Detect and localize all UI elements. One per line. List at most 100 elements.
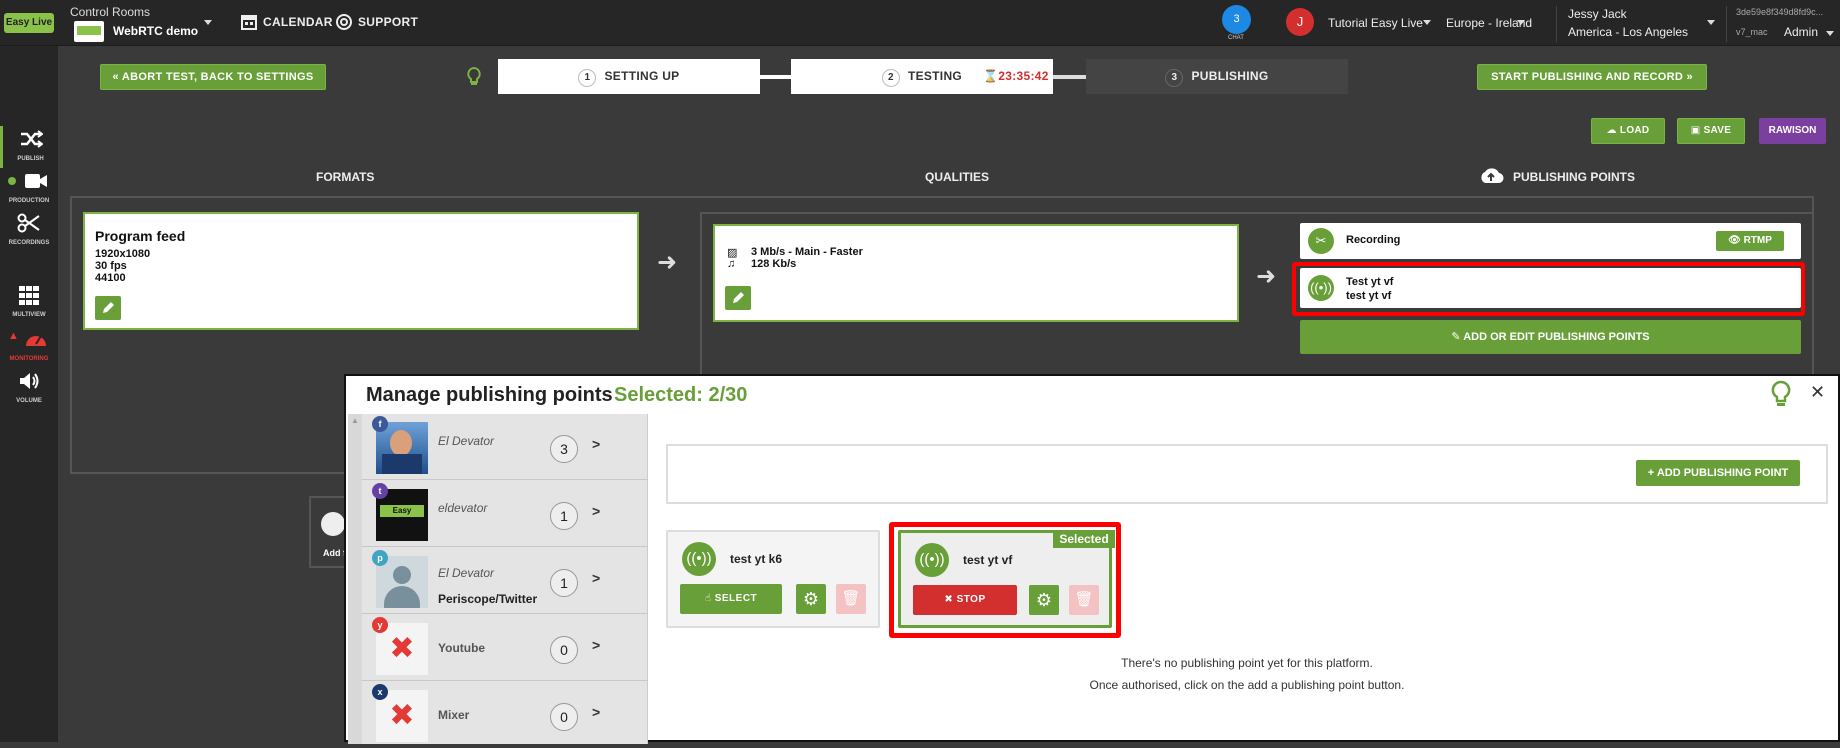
region-chevron-down-icon[interactable] — [1517, 20, 1525, 25]
step-publishing[interactable]: 3 PUBLISHING — [1086, 59, 1348, 94]
user-chevron-down-icon[interactable] — [1707, 20, 1715, 25]
platform-item-facebook[interactable]: f El Devator 3 > — [362, 414, 648, 480]
room-chevron-down-icon[interactable] — [204, 20, 212, 25]
sidebar-item-multiview[interactable]: MULTIVIEW — [0, 282, 58, 324]
support-lifebuoy-icon — [336, 14, 352, 30]
sidebar-item-label: VOLUME — [16, 398, 42, 404]
platform-item-twitch[interactable]: Easy t eldevator 1 > — [362, 481, 648, 547]
manage-publishing-points-modal: Manage publishing points Selected: 2/30 … — [344, 374, 1840, 744]
support-link[interactable]: SUPPORT — [358, 15, 418, 29]
sidebar-item-monitoring[interactable]: ▲ MONITORING — [0, 326, 58, 368]
save-button[interactable]: ▣ SAVE — [1677, 118, 1745, 144]
version-label: v7_mac — [1736, 27, 1768, 37]
publishing-point-title: Test yt vf — [1346, 276, 1394, 288]
lightbulb-icon[interactable] — [1770, 380, 1792, 408]
start-publishing-button[interactable]: START PUBLISHING AND RECORD » — [1477, 64, 1707, 90]
publishing-point-card[interactable]: ((•)) test yt k6 ☝ SELECT ⚙ 🗑 — [666, 530, 880, 628]
user-timezone[interactable]: America - Los Angeles — [1568, 25, 1688, 39]
modal-title: Manage publishing points — [366, 384, 613, 406]
load-label: LOAD — [1619, 125, 1650, 136]
room-thumbnail — [74, 21, 104, 42]
gear-icon[interactable]: ⚙ — [1029, 585, 1059, 615]
save-label: SAVE — [1703, 125, 1732, 136]
lightbulb-icon[interactable] — [466, 66, 482, 88]
mixer-icon: x — [372, 684, 388, 700]
quality-audio: 128 Kb/s — [751, 258, 797, 270]
rtmp-button[interactable]: 👁 RTMP — [1716, 231, 1784, 251]
sidebar-item-recordings[interactable]: RECORDINGS — [0, 210, 58, 252]
add-format-button[interactable]: Add f — [309, 496, 349, 568]
sidebar-item-volume[interactable]: VOLUME — [0, 368, 58, 410]
role-chevron-down-icon[interactable] — [1826, 31, 1834, 36]
add-edit-label: ADD OR EDIT PUBLISHING POINTS — [1463, 331, 1650, 343]
scroll-up-icon[interactable]: ▲ — [351, 416, 359, 425]
platform-item-youtube[interactable]: ✖ y Youtube 0 > — [362, 615, 648, 681]
music-note-icon: ♫ — [727, 258, 736, 270]
youtube-icon: y — [372, 617, 388, 633]
pencil-icon: ✎ — [1451, 331, 1464, 343]
step-number: 2 — [881, 69, 900, 87]
abort-test-button[interactable]: « ABORT TEST, BACK TO SETTINGS — [100, 64, 326, 90]
video-camera-icon — [25, 174, 47, 188]
tutorial-chevron-down-icon[interactable] — [1423, 20, 1431, 25]
platform-item-periscope[interactable]: p El Devator Periscope/Twitter 1 > — [362, 548, 648, 614]
arrow-right-icon: ➜ — [1256, 263, 1277, 290]
chevron-right-icon: > — [592, 436, 601, 452]
control-rooms-label: Control Rooms — [70, 5, 151, 19]
point-count: 3 — [550, 435, 578, 463]
trash-icon[interactable]: 🗑 — [1069, 585, 1099, 615]
sidebar-item-label: MULTIVIEW — [12, 312, 46, 318]
recording-row[interactable]: ✂ Recording 👁 RTMP — [1300, 223, 1801, 259]
format-edit-button[interactable] — [95, 296, 121, 320]
platform-list: ▲ f El Devator 3 > Easy t eldevator 1 > … — [348, 414, 648, 744]
easylive-logo[interactable]: Easy Live — [4, 13, 54, 33]
select-button[interactable]: ☝ SELECT — [680, 584, 782, 614]
grid-icon — [19, 286, 39, 305]
trash-icon[interactable]: 🗑 — [836, 584, 866, 614]
chat-button[interactable]: 3 — [1222, 5, 1251, 34]
step-connector — [1052, 75, 1086, 79]
formats-header: FORMATS — [316, 170, 375, 184]
format-fps: 30 fps — [95, 260, 127, 272]
shuffle-icon — [20, 130, 44, 148]
quality-edit-button[interactable] — [725, 286, 751, 310]
publishing-point-row[interactable]: ((•)) Test yt vf test yt vf — [1300, 268, 1801, 308]
add-edit-publishing-points-button[interactable]: ✎ ADD OR EDIT PUBLISHING POINTS — [1300, 320, 1801, 354]
format-sample-rate: 44100 — [95, 272, 126, 284]
chevron-right-icon: > — [592, 570, 601, 586]
step-testing[interactable]: 2 TESTING ⌛23:35:42 — [791, 59, 1053, 94]
stop-button[interactable]: ✖ STOP — [913, 585, 1017, 615]
step-setting-up[interactable]: 1 SETTING UP — [498, 59, 760, 94]
sidebar-item-label: PRODUCTION — [8, 198, 50, 204]
room-selector[interactable]: WebRTC demo — [113, 24, 198, 38]
role-dropdown[interactable]: Admin — [1784, 25, 1818, 39]
load-button[interactable]: ☁ LOAD — [1591, 118, 1665, 144]
gear-icon[interactable]: ⚙ — [796, 584, 826, 614]
calendar-link[interactable]: CALENDAR — [263, 15, 333, 29]
publishing-point-subtitle: test yt vf — [1346, 290, 1392, 302]
format-card[interactable]: Program feed 1920x1080 30 fps 44100 — [83, 212, 639, 330]
selected-badge: Selected — [1053, 530, 1115, 548]
tutorial-dropdown[interactable]: Tutorial Easy Live — [1328, 16, 1423, 30]
close-icon[interactable]: ✕ — [1810, 382, 1825, 403]
avatar[interactable]: J — [1286, 8, 1314, 36]
divider — [1726, 6, 1727, 42]
platform-item-mixer[interactable]: ✖ x Mixer 0 > — [362, 682, 648, 748]
divider — [1556, 6, 1557, 42]
quality-card[interactable]: ▨ 3 Mb/s - Main - Faster ♫ 128 Kb/s — [713, 224, 1239, 322]
add-publishing-point-button[interactable]: + ADD PUBLISHING POINT — [1636, 460, 1800, 486]
sidebar: PUBLISH PRODUCTION RECORDINGS MULTIVIEW … — [0, 46, 58, 742]
profile-button[interactable]: RAWISON — [1759, 118, 1826, 144]
timer-value: 23:35:42 — [998, 69, 1049, 83]
sidebar-item-production[interactable]: PRODUCTION — [0, 168, 58, 210]
recording-label: Recording — [1346, 234, 1401, 246]
periscope-icon: p — [372, 550, 388, 566]
publishing-point-card-selected[interactable]: Selected ((•)) test yt vf ✖ STOP ⚙ 🗑 — [898, 530, 1115, 628]
platform-subtitle: Periscope/Twitter — [438, 592, 538, 606]
sidebar-item-publish[interactable]: PUBLISH — [0, 126, 58, 168]
user-name[interactable]: Jessy Jack — [1568, 7, 1627, 21]
scrollbar[interactable]: ▲ — [348, 414, 362, 744]
plus-circle-icon — [321, 512, 345, 536]
platform-name: eldevator — [438, 501, 488, 515]
arrow-right-icon: ➜ — [657, 249, 678, 276]
